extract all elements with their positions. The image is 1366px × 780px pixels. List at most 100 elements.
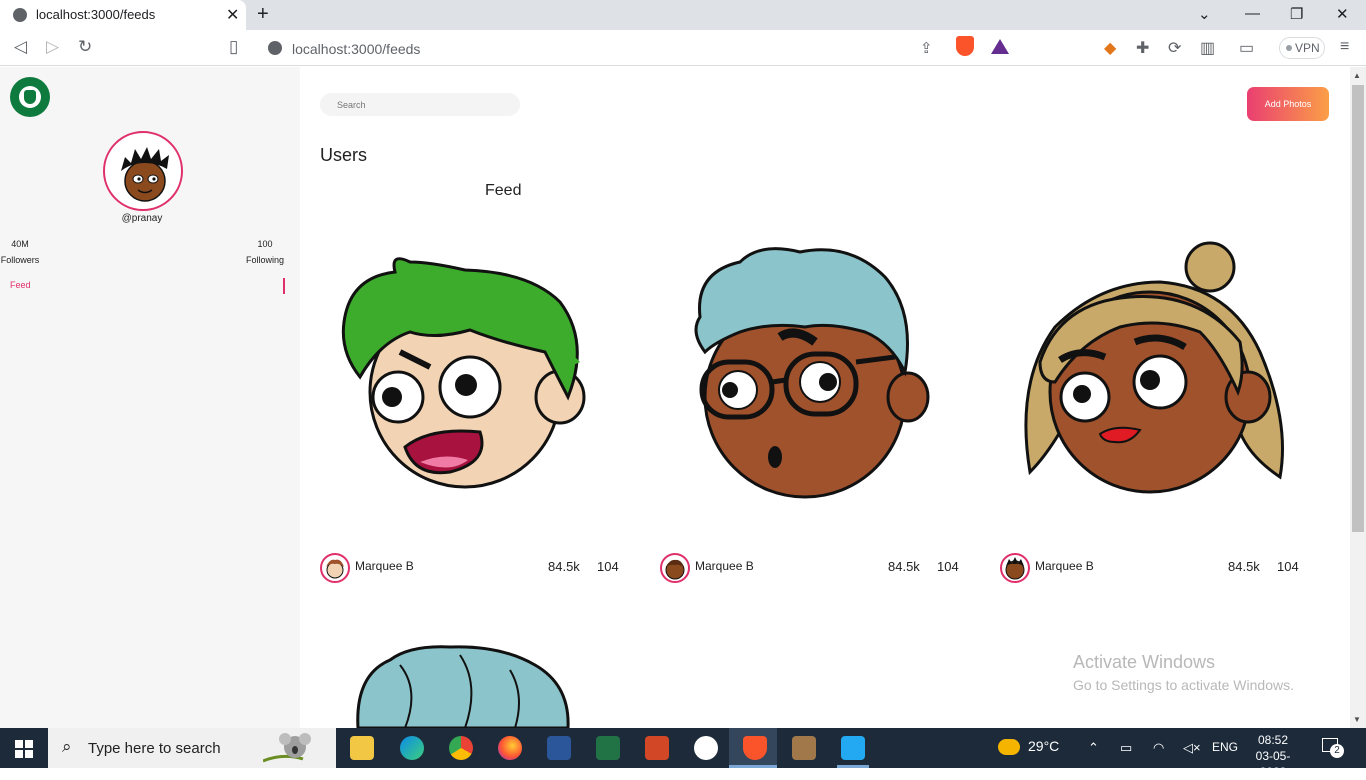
followers-count: 40M (11, 239, 29, 249)
activate-windows-title: Activate Windows (1073, 652, 1216, 672)
vpn-button[interactable]: VPN (1279, 37, 1325, 59)
sync-icon[interactable]: ⟳ (1168, 38, 1181, 58)
share-icon[interactable]: ⇪ (920, 39, 933, 57)
tab-close-icon[interactable]: ✕ (226, 5, 239, 25)
tab-title: localhost:3000/feeds (36, 7, 156, 22)
wifi-icon[interactable]: ◠ (1153, 740, 1164, 756)
post-image[interactable] (660, 232, 960, 522)
feed-post[interactable]: Marquee B 84.5k 104 (320, 232, 620, 592)
following-stat: 100 Following (244, 239, 286, 265)
scroll-up-icon[interactable]: ▲ (1353, 71, 1361, 80)
back-icon[interactable]: ◁ (14, 37, 27, 57)
brave-taskbar-icon[interactable] (743, 736, 767, 760)
scroll-down-icon[interactable]: ▼ (1353, 715, 1361, 724)
post-likes-count: 84.5k (1228, 559, 1260, 574)
feed-post[interactable]: Marquee B 84.5k 104 (1000, 232, 1300, 592)
page-scrollbar[interactable]: ▲ ▼ (1350, 67, 1366, 728)
logo-shield-icon (24, 90, 36, 104)
post-author-avatar[interactable] (320, 553, 350, 583)
feed-heading: Feed (485, 182, 522, 199)
reload-icon[interactable]: ↻ (78, 37, 92, 57)
restore-icon[interactable]: ❐ (1290, 5, 1303, 23)
browser-tab[interactable]: localhost:3000/feeds ✕ (0, 0, 246, 30)
brave-rewards-icon[interactable] (991, 39, 1009, 54)
taskbar-search-text: Type here to search (88, 740, 221, 757)
post-image[interactable] (320, 232, 620, 522)
battery-icon[interactable]: ▭ (1120, 740, 1132, 756)
word-icon[interactable] (547, 736, 571, 760)
page-content: @pranay 40M Followers 100 Following Feed… (0, 67, 1366, 728)
language-indicator[interactable]: ENG (1212, 740, 1238, 754)
followers-label: Followers (0, 255, 40, 265)
search-input[interactable] (320, 93, 520, 116)
temperature: 29°C (1028, 738, 1060, 754)
forward-icon[interactable]: ▷ (46, 37, 59, 57)
users-heading: Users (320, 145, 368, 165)
notification-badge: 2 (1330, 744, 1344, 758)
following-count: 100 (257, 239, 273, 249)
search-icon: ⌕ (62, 737, 72, 756)
tab-search-chevron-icon[interactable]: ⌄ (1198, 5, 1211, 23)
minimize-icon[interactable]: — (1245, 5, 1260, 22)
author-avatar-illustration (1005, 557, 1025, 580)
post-author-name[interactable]: Marquee B (355, 559, 414, 573)
clock-date: 03-05-2023 (1255, 749, 1291, 779)
clock-time: 08:52 (1257, 733, 1289, 747)
post-author-name[interactable]: Marquee B (695, 559, 754, 573)
koala-illustration-icon (263, 733, 311, 763)
author-avatar-illustration (326, 559, 344, 579)
wallet-icon[interactable]: ▭ (1239, 38, 1254, 58)
powerpoint-icon[interactable] (645, 736, 669, 760)
active-nav-indicator (283, 278, 285, 294)
post-author-avatar[interactable] (660, 553, 690, 583)
post-image[interactable] (300, 635, 600, 728)
windows-start-icon[interactable] (15, 740, 33, 758)
weather-widget[interactable]: 29°C (998, 738, 1060, 756)
main-content: Add Photos Users Feed (300, 67, 1350, 728)
feed-post[interactable]: Marquee B 84.5k 104 (660, 232, 960, 592)
window-close-icon[interactable]: ✕ (1336, 5, 1349, 23)
excel-icon[interactable] (596, 736, 620, 760)
post-image[interactable] (1000, 232, 1300, 522)
brave-shield-icon[interactable] (956, 36, 974, 56)
metamask-extension-icon[interactable]: ◆ (1104, 38, 1116, 58)
firefox-icon[interactable] (498, 736, 522, 760)
menu-icon[interactable]: ≡ (1340, 38, 1349, 56)
app-logo[interactable] (10, 77, 50, 117)
package-app-icon[interactable] (792, 736, 816, 760)
post-comments-count: 104 (597, 559, 619, 574)
profile-avatar-illustration (121, 147, 169, 202)
sidebar-toggle-icon[interactable]: ▥ (1200, 38, 1215, 58)
add-photos-button[interactable]: Add Photos (1247, 87, 1329, 121)
extensions-puzzle-icon[interactable]: ✚ (1136, 38, 1149, 58)
new-tab-icon[interactable]: + (257, 3, 269, 26)
post-comments-count: 104 (937, 559, 959, 574)
followers-stat: 40M Followers (0, 239, 40, 265)
post-author-avatar[interactable] (1000, 553, 1030, 583)
sidebar-item-feed[interactable]: Feed (10, 280, 31, 290)
post-author-name[interactable]: Marquee B (1035, 559, 1094, 573)
vscode-icon[interactable] (841, 736, 865, 760)
app-icon[interactable] (694, 736, 718, 760)
file-explorer-icon[interactable] (350, 736, 374, 760)
post-likes-count: 84.5k (888, 559, 920, 574)
profile-avatar[interactable] (103, 131, 183, 211)
scrollbar-thumb[interactable] (1352, 85, 1364, 532)
profile-username: @pranay (121, 213, 163, 224)
feed-post[interactable] (300, 635, 600, 728)
notification-center-icon[interactable]: 2 (1322, 738, 1344, 758)
sidebar: @pranay 40M Followers 100 Following Feed (0, 67, 300, 728)
edge-icon[interactable] (400, 736, 424, 760)
windows-taskbar: ⌕ Type here to search 29°C ⌃ ▭ ◠ ◁× ENG … (0, 728, 1366, 779)
activate-windows-subtitle: Go to Settings to activate Windows. (1073, 677, 1294, 693)
address-bar[interactable]: localhost:3000/feeds ⇪ (258, 33, 1018, 63)
url-text[interactable]: localhost:3000/feeds (292, 41, 420, 57)
volume-muted-icon[interactable]: ◁× (1183, 740, 1201, 756)
author-avatar-illustration (665, 559, 685, 580)
site-info-icon[interactable] (268, 41, 282, 55)
taskbar-search-box[interactable]: ⌕ Type here to search (48, 728, 336, 768)
chrome-icon[interactable] (449, 736, 473, 760)
bookmark-icon[interactable]: ▯ (229, 37, 238, 57)
taskbar-clock[interactable]: 08:52 03-05-2023 (1248, 732, 1298, 780)
tray-chevron-icon[interactable]: ⌃ (1088, 740, 1099, 756)
